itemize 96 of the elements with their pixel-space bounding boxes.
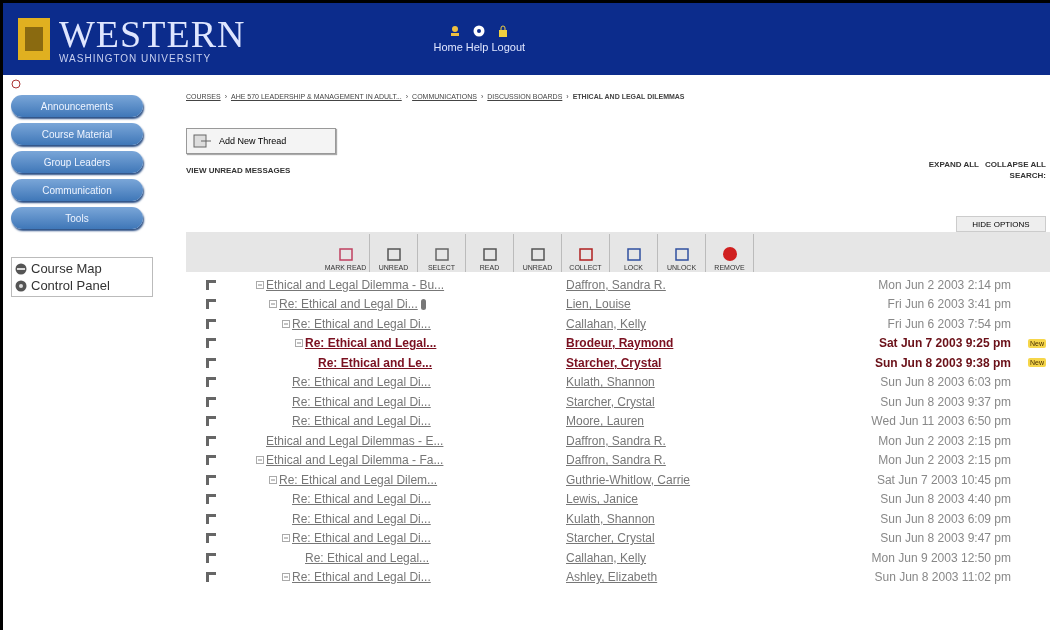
- post-date: Sun Jun 8 2003 4:40 pm: [879, 492, 1011, 507]
- sidebar-button[interactable]: Course Material: [11, 123, 143, 145]
- expand-all-link[interactable]: EXPAND ALL: [928, 160, 979, 169]
- thread-subject-link[interactable]: Ethical and Legal Dilemma - Fa...: [266, 453, 444, 468]
- collapse-toggle-icon[interactable]: [256, 456, 264, 465]
- thread-subject-link[interactable]: Re: Ethical and Legal Di...: [292, 394, 431, 409]
- thread-subject-link[interactable]: Re: Ethical and Legal Di...: [292, 492, 431, 507]
- collapse-toggle-icon[interactable]: [282, 534, 290, 543]
- view-unread-link[interactable]: VIEW UNREAD MESSAGES: [186, 160, 291, 180]
- thread-subject-link[interactable]: Ethical and Legal Dilemmas - E...: [266, 433, 444, 448]
- author-link[interactable]: Starcher, Crystal: [566, 394, 655, 409]
- author-link[interactable]: Starcher, Crystal: [566, 531, 655, 546]
- sidebar-button[interactable]: Tools: [11, 207, 143, 229]
- author-link[interactable]: Kulath, Shannon: [566, 375, 655, 390]
- author-link[interactable]: Ashley, Elizabeth: [566, 570, 658, 585]
- nav-link[interactable]: Logout: [491, 41, 526, 53]
- post-date: Fri Jun 6 2003 3:41 pm: [886, 297, 1011, 312]
- thread-subject-link[interactable]: Re: Ethical and Legal...: [305, 550, 430, 565]
- collapse-toggle-icon[interactable]: [282, 573, 290, 582]
- collapse-icon[interactable]: [11, 79, 21, 89]
- author-link[interactable]: Daffron, Sandra R.: [566, 277, 666, 292]
- message-icon[interactable]: [206, 435, 216, 446]
- thread-subject-link[interactable]: Re: Ethical and Legal Dilem...: [279, 472, 438, 487]
- message-icon[interactable]: [206, 455, 216, 466]
- author-link[interactable]: Callahan, Kelly: [566, 550, 647, 565]
- collapse-toggle-icon[interactable]: [282, 319, 290, 328]
- thread-subject-link[interactable]: Re: Ethical and Legal Di...: [292, 570, 431, 585]
- thread-subject-link[interactable]: Re: Ethical and Legal Di...: [292, 531, 431, 546]
- logo-title: WESTERN: [59, 14, 246, 53]
- post-date: Mon Jun 9 2003 12:50 pm: [870, 550, 1011, 565]
- thread-subject-link[interactable]: Re: Ethical and Le...: [318, 355, 433, 370]
- message-icon[interactable]: [206, 279, 216, 290]
- message-icon[interactable]: [206, 513, 216, 524]
- sidebar-button[interactable]: Announcements: [11, 95, 143, 117]
- hide-options-button[interactable]: HIDE OPTIONS: [956, 216, 1046, 232]
- post-date: Mon Jun 2 2003 2:15 pm: [877, 453, 1011, 468]
- author-link[interactable]: Kulath, Shannon: [566, 511, 655, 526]
- message-icon[interactable]: [206, 552, 216, 563]
- post-date: Mon Jun 2 2003 2:14 pm: [877, 277, 1011, 292]
- thread-subject-link[interactable]: Ethical and Legal Dilemma - Bu...: [266, 277, 445, 292]
- collapse-all-link[interactable]: COLLAPSE ALL: [984, 160, 1046, 169]
- author-link[interactable]: Daffron, Sandra R.: [566, 433, 666, 448]
- sidebar-button[interactable]: Communication: [11, 179, 143, 201]
- message-icon[interactable]: [206, 416, 216, 427]
- message-icon[interactable]: [206, 533, 216, 544]
- collapse-toggle-icon[interactable]: [269, 475, 277, 484]
- message-icon[interactable]: [206, 474, 216, 485]
- sidebar-button[interactable]: Group Leaders: [11, 151, 143, 173]
- message-icon[interactable]: [206, 338, 216, 349]
- logo-subtitle: WASHINGTON UNIVERSITY: [59, 52, 213, 64]
- remove-icon: [721, 246, 738, 262]
- collapse-toggle-icon[interactable]: [256, 280, 264, 289]
- message-icon[interactable]: [206, 572, 216, 583]
- thread-icon: [193, 134, 213, 148]
- author-link[interactable]: Lewis, Janice: [566, 492, 639, 507]
- message-icon[interactable]: [206, 396, 216, 407]
- post-date: Sun Jun 8 2003 9:38 pm: [873, 355, 1011, 370]
- thread-subject-link[interactable]: Re: Ethical and Legal Di...: [292, 316, 431, 331]
- author-link[interactable]: Callahan, Kelly: [566, 316, 647, 331]
- post-date: Sun Jun 8 2003 6:09 pm: [879, 511, 1011, 526]
- thread-subject-link[interactable]: Re: Ethical and Legal Di...: [292, 375, 431, 390]
- author-link[interactable]: Moore, Lauren: [566, 414, 645, 429]
- add-thread-button[interactable]: Add New Thread: [186, 128, 336, 154]
- author-link[interactable]: Starcher, Crystal: [566, 355, 662, 370]
- message-icon[interactable]: [206, 357, 216, 368]
- post-date: Fri Jun 6 2003 7:54 pm: [886, 316, 1011, 331]
- help-icon: [473, 25, 486, 37]
- message-icon[interactable]: [206, 318, 216, 329]
- thread-subject-link[interactable]: Re: Ethical and Legal Di...: [292, 511, 431, 526]
- post-date: Mon Jun 2 2003 2:15 pm: [877, 433, 1011, 448]
- sidebar-link[interactable]: Control Panel: [15, 278, 149, 293]
- author-link[interactable]: Brodeur, Raymond: [566, 336, 674, 351]
- person-icon: [449, 25, 462, 37]
- author-link[interactable]: Lien, Louise: [566, 297, 631, 312]
- sidebar-link[interactable]: Course Map: [15, 261, 149, 276]
- post-date: Sun Jun 8 2003 11:02 pm: [873, 570, 1011, 585]
- post-date: Sun Jun 8 2003 6:03 pm: [879, 375, 1011, 390]
- collapse-toggle-icon[interactable]: [269, 300, 277, 309]
- post-date: Sun Jun 8 2003 9:47 pm: [879, 531, 1011, 546]
- message-icon[interactable]: [206, 377, 216, 388]
- shield-logo-icon: [17, 17, 51, 61]
- nav-link[interactable]: Help: [465, 41, 489, 53]
- search-label: SEARCH:: [1009, 171, 1046, 180]
- nav-link[interactable]: Home: [433, 41, 463, 53]
- post-date: Sun Jun 8 2003 9:37 pm: [879, 394, 1011, 409]
- thread-subject-link[interactable]: Re: Ethical and Legal Di...: [279, 297, 418, 312]
- post-date: Wed Jun 11 2003 6:50 pm: [870, 414, 1011, 429]
- message-icon[interactable]: [206, 494, 216, 505]
- message-icon[interactable]: [206, 299, 216, 310]
- author-link[interactable]: Daffron, Sandra R.: [566, 453, 666, 468]
- post-date: Sat Jun 7 2003 9:25 pm: [877, 336, 1011, 351]
- collapse-toggle-icon[interactable]: [295, 339, 303, 348]
- author-link[interactable]: Guthrie-Whitlow, Carrie: [566, 472, 691, 487]
- post-date: Sat Jun 7 2003 10:45 pm: [875, 472, 1011, 487]
- thread-subject-link[interactable]: Re: Ethical and Legal...: [305, 336, 437, 351]
- thread-subject-link[interactable]: Re: Ethical and Legal Di...: [292, 414, 431, 429]
